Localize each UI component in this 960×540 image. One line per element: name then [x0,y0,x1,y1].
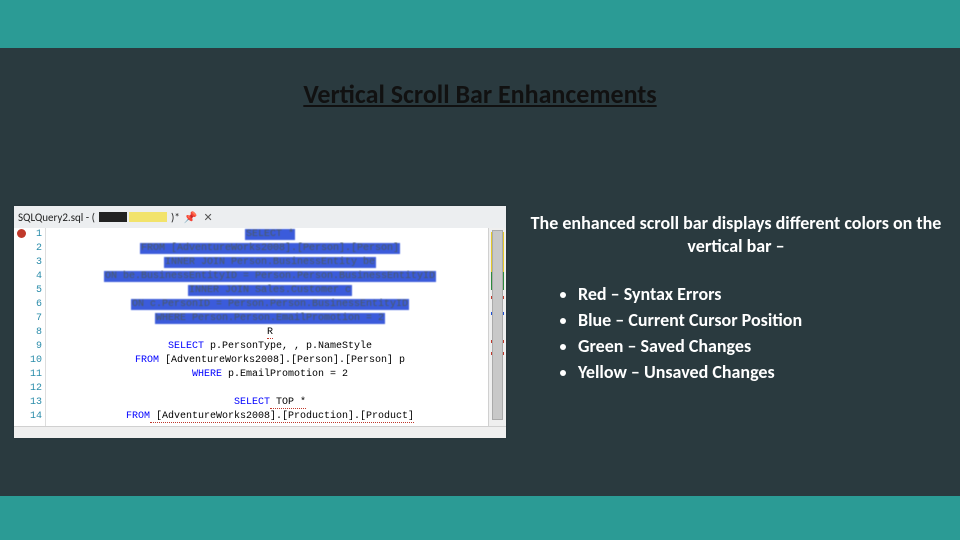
code-text: WHERE Person.Person.EmailPromotion = 2 [155,313,385,324]
code-kw: SELECT [234,397,270,408]
legend-item-yellow: Yellow – Unsaved Changes [578,361,946,383]
code-kw: SELECT [168,341,204,352]
line-number: 6 [28,298,44,312]
line-number: 4 [28,270,44,284]
line-number: 8 [28,326,44,340]
code-text: [AdventureWorks2008].[Person].[Person] p [159,355,405,366]
pin-icon[interactable]: 📌 [184,211,198,224]
line-number: 3 [28,256,44,270]
code-text: TOP * [270,397,306,409]
vertical-scrollbar[interactable] [488,228,506,426]
editor-tab-suffix: )* [171,211,180,224]
line-number: 10 [28,354,44,368]
code-kw: WHERE [192,369,222,380]
editor-tab[interactable]: SQLQuery2.sql - ( [18,211,95,224]
code-text: p.PersonType, , p.NameStyle [204,341,372,352]
main-row: SQLQuery2.sql - ( )* 📌 ✕ ⇳ 1 2 3 4 5 6 7… [0,206,960,496]
code-text: INNER JOIN Person.BusinessEntity be [164,257,376,268]
gutter: 1 2 3 4 5 6 7 8 9 10 11 12 13 14 [14,228,46,426]
horizontal-scrollbar[interactable] [14,426,506,438]
tab-redaction [99,212,127,222]
line-number: 9 [28,340,44,354]
code-text [52,382,488,396]
code-text: SELECT * [245,229,295,240]
slide-content: Vertical Scroll Bar Enhancements SQLQuer… [0,48,960,496]
code-text: FROM [AdventureWorks2008].[Person].[Pers… [140,243,400,254]
line-number: 7 [28,312,44,326]
scroll-thumb[interactable] [492,230,503,420]
code-text: p.EmailPromotion = 2 [222,369,348,380]
code-kw: FROM [135,355,159,366]
legend-list: Red – Syntax Errors Blue – Current Curso… [526,283,946,383]
line-number: 13 [28,396,44,410]
code-text: ON be.BusinessEntityID = Person.Person.B… [104,271,436,282]
code-text: [AdventureWorks2008].[Production].[Produ… [150,411,414,423]
editor-body: ⇳ 1 2 3 4 5 6 7 8 9 10 11 12 13 14 [14,228,506,426]
line-number: 2 [28,242,44,256]
line-number: 11 [28,368,44,382]
code-kw: FROM [126,411,150,422]
editor-panel: SQLQuery2.sql - ( )* 📌 ✕ ⇳ 1 2 3 4 5 6 7… [14,206,506,438]
line-number: 5 [28,284,44,298]
tab-redaction-highlight [129,212,167,222]
code-text: INNER JOIN Sales.Customer c [188,285,352,296]
slide-title: Vertical Scroll Bar Enhancements [303,78,656,110]
code-area[interactable]: SELECT * FROM [AdventureWorks2008].[Pers… [46,228,488,426]
legend-item-green: Green – Saved Changes [578,335,946,357]
line-number: 1 [28,228,44,242]
line-number: 12 [28,382,44,396]
legend-item-red: Red – Syntax Errors [578,283,946,305]
info-description: The enhanced scroll bar displays differe… [526,212,946,257]
close-icon[interactable]: ✕ [204,211,213,224]
code-text: R [267,327,273,339]
legend-item-blue: Blue – Current Cursor Position [578,309,946,331]
code-text: ON c.PersonID = Person.Person.BusinessEn… [131,299,409,310]
line-number: 14 [28,410,44,424]
editor-tabbar: SQLQuery2.sql - ( )* 📌 ✕ [14,206,506,228]
info-panel: The enhanced scroll bar displays differe… [526,206,946,496]
breakpoint[interactable] [14,228,28,242]
